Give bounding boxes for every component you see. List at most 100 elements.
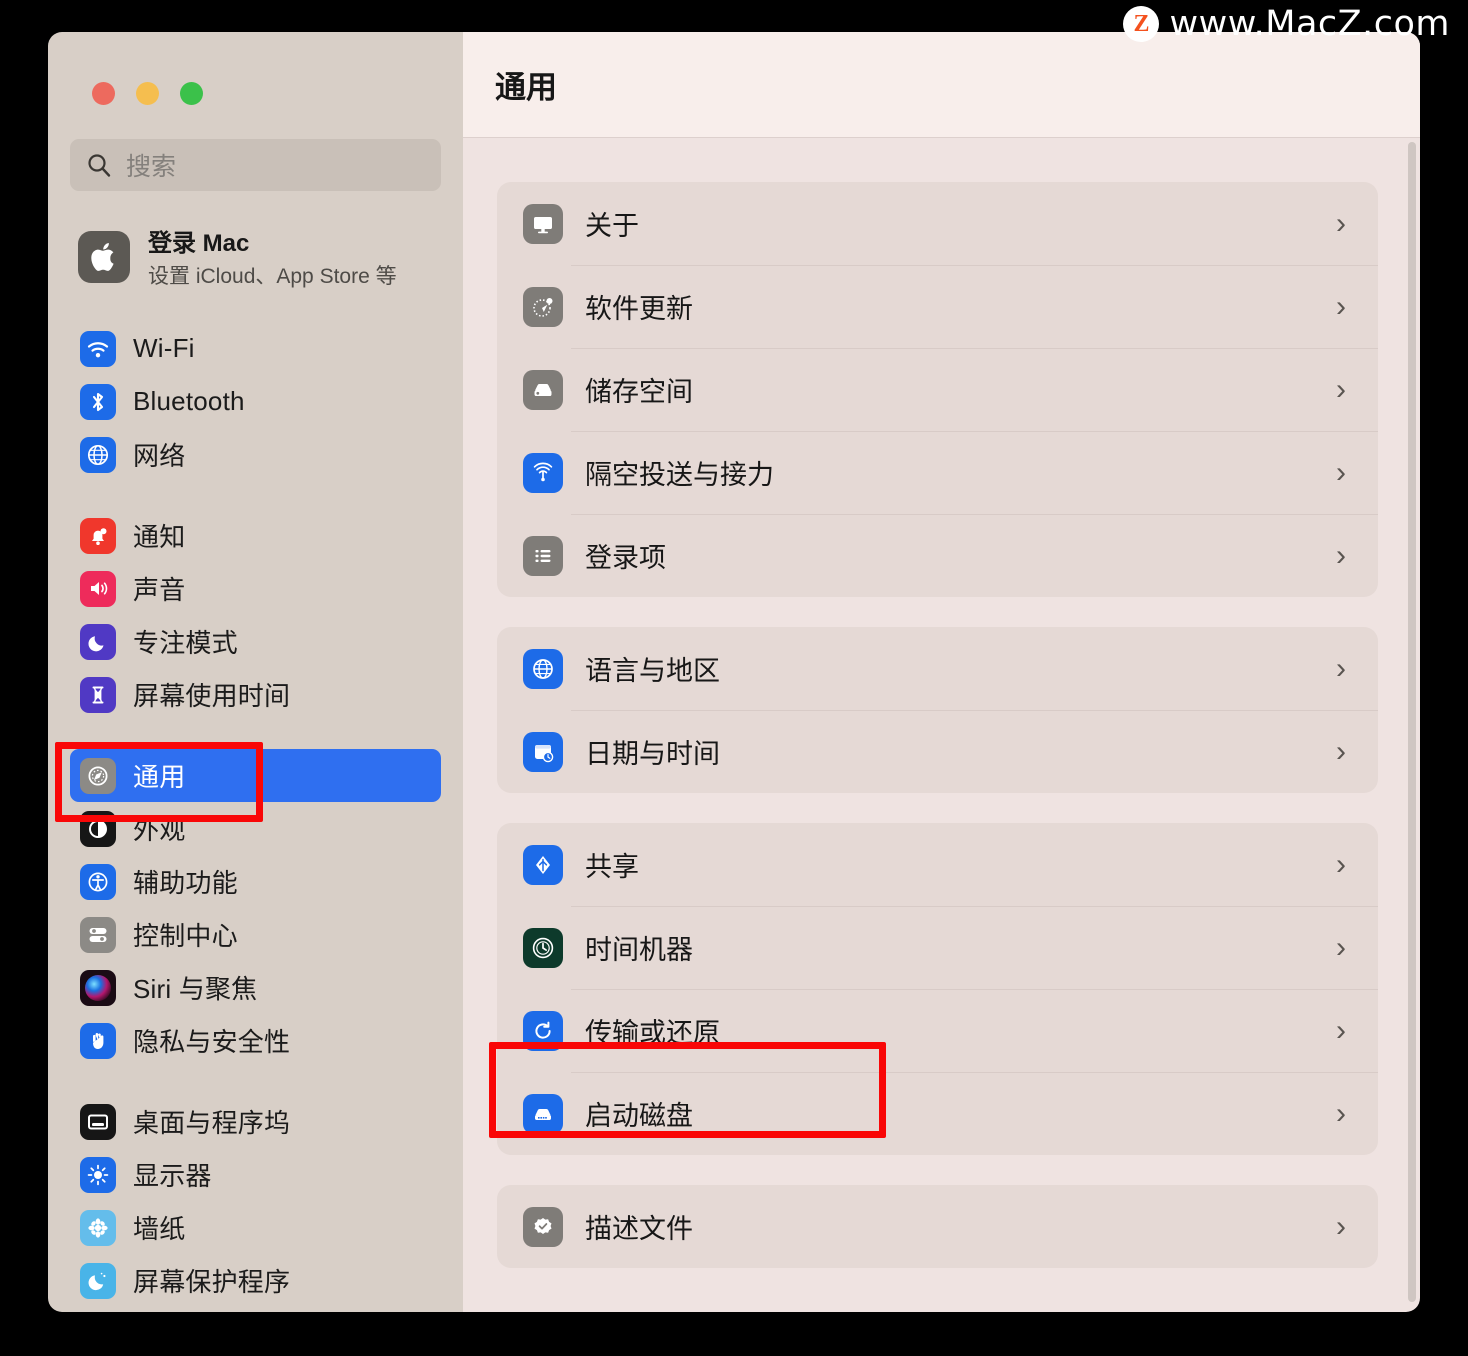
settings-row-date-time[interactable]: 日期与时间 › — [497, 710, 1378, 793]
chevron-right-icon: › — [1336, 289, 1346, 323]
sidebar-label: Wi-Fi — [133, 333, 195, 363]
sidebar-item-siri-spotlight[interactable]: Siri 与聚焦 — [70, 961, 441, 1014]
airdrop-icon — [523, 452, 563, 493]
sidebar-item-appearance[interactable]: 外观 — [70, 802, 441, 855]
sidebar-label: 声音 — [133, 575, 186, 605]
close-button[interactable] — [92, 82, 115, 105]
sidebar-group-desktop: 桌面与程序坞 显示器 墙纸 屏幕保护程序 — [48, 1095, 463, 1307]
sidebar-label: Siri 与聚焦 — [133, 974, 258, 1004]
chevron-right-icon: › — [1336, 930, 1346, 964]
watermark-text: www.MacZ.com — [1169, 4, 1450, 44]
settings-row-software-update[interactable]: 软件更新 › — [497, 265, 1378, 348]
settings-row-time-machine[interactable]: 时间机器 › — [497, 906, 1378, 989]
sidebar-item-notifications[interactable]: 通知 — [70, 509, 441, 562]
software-update-icon — [523, 286, 563, 327]
sound-speaker-icon — [80, 570, 116, 607]
chevron-right-icon: › — [1336, 651, 1346, 685]
sidebar-label: 墙纸 — [133, 1214, 186, 1244]
sidebar-item-wallpaper[interactable]: 墙纸 — [70, 1201, 441, 1254]
sidebar-label: 隐私与安全性 — [133, 1027, 291, 1057]
settings-row-label: 储存空间 — [585, 377, 693, 407]
settings-group-3: 共享 › 时间机器 › 传输或还原 › 启动磁盘 › — [497, 823, 1378, 1155]
desktop-dock-icon — [80, 1103, 116, 1140]
settings-row-label: 时间机器 — [585, 935, 693, 965]
date-time-icon — [523, 731, 563, 772]
login-items-list-icon — [523, 535, 563, 576]
sidebar-item-desktop-dock[interactable]: 桌面与程序坞 — [70, 1095, 441, 1148]
settings-row-airdrop-handoff[interactable]: 隔空投送与接力 › — [497, 431, 1378, 514]
sidebar-item-wifi[interactable]: Wi-Fi — [70, 322, 441, 375]
page-title: 通用 — [495, 70, 557, 105]
settings-row-label: 语言与地区 — [585, 656, 720, 686]
screensaver-moon-icon — [80, 1262, 116, 1299]
settings-row-label: 关于 — [585, 211, 639, 241]
chevron-right-icon: › — [1336, 1209, 1346, 1243]
sidebar-group-notifications: 通知 声音 专注模式 屏幕使用时间 — [48, 509, 463, 721]
sidebar-item-sound[interactable]: 声音 — [70, 562, 441, 615]
apple-account-item[interactable]: 登录 Mac 设置 iCloud、App Store 等 — [70, 217, 441, 296]
apple-account-text: 登录 Mac 设置 iCloud、App Store 等 — [148, 223, 397, 290]
sidebar-label: 通知 — [133, 522, 186, 552]
control-center-icon — [80, 916, 116, 953]
sidebar-label: 通用 — [133, 762, 186, 792]
sidebar-label: 外观 — [133, 815, 186, 845]
chevron-right-icon: › — [1336, 847, 1346, 881]
content-header: 通用 — [463, 32, 1420, 138]
settings-row-label: 登录项 — [585, 543, 666, 573]
settings-list: 关于 › 软件更新 › 储存空间 › 隔空投送与接力 › 登录项 › 语言与地区… — [463, 138, 1420, 1312]
sidebar-label: 专注模式 — [133, 628, 238, 658]
sidebar-item-focus[interactable]: 专注模式 — [70, 615, 441, 668]
settings-row-profiles[interactable]: 描述文件 › — [497, 1185, 1378, 1268]
settings-row-transfer-reset[interactable]: 传输或还原 › — [497, 989, 1378, 1072]
search-icon — [86, 152, 112, 178]
chevron-right-icon: › — [1336, 455, 1346, 489]
bluetooth-icon — [80, 383, 116, 420]
settings-row-startup-disk[interactable]: 启动磁盘 › — [497, 1072, 1378, 1155]
wallpaper-icon — [80, 1209, 116, 1246]
screenshot-root: Z www.MacZ.com 搜索 登录 Mac 设置 iCloud、App S… — [0, 0, 1468, 1356]
language-globe-icon — [523, 648, 563, 689]
settings-group-1: 关于 › 软件更新 › 储存空间 › 隔空投送与接力 › 登录项 › — [497, 182, 1378, 597]
time-machine-icon — [523, 927, 563, 968]
settings-row-sharing[interactable]: 共享 › — [497, 823, 1378, 906]
sidebar-item-network[interactable]: 网络 — [70, 428, 441, 481]
sidebar-label: 辅助功能 — [133, 868, 238, 898]
privacy-hand-icon — [80, 1022, 116, 1059]
about-monitor-icon — [523, 203, 563, 244]
accessibility-icon — [80, 863, 116, 900]
wifi-icon — [80, 330, 116, 367]
sidebar-item-displays[interactable]: 显示器 — [70, 1148, 441, 1201]
settings-row-storage[interactable]: 储存空间 › — [497, 348, 1378, 431]
sidebar-item-control-center[interactable]: 控制中心 — [70, 908, 441, 961]
sidebar-label: 网络 — [133, 441, 186, 471]
profiles-badge-icon — [523, 1206, 563, 1247]
settings-row-label: 传输或还原 — [585, 1018, 720, 1048]
sidebar-item-general[interactable]: 通用 — [70, 749, 441, 802]
sidebar-label: 屏幕保护程序 — [133, 1267, 291, 1297]
chevron-right-icon: › — [1336, 372, 1346, 406]
chevron-right-icon: › — [1336, 206, 1346, 240]
sidebar-label: Bluetooth — [133, 386, 245, 416]
network-globe-icon — [80, 436, 116, 473]
search-input[interactable]: 搜索 — [70, 139, 441, 191]
appearance-contrast-icon — [80, 810, 116, 847]
sidebar-item-privacy-security[interactable]: 隐私与安全性 — [70, 1014, 441, 1067]
sidebar-item-accessibility[interactable]: 辅助功能 — [70, 855, 441, 908]
sidebar-label: 控制中心 — [133, 921, 238, 951]
settings-row-label: 隔空投送与接力 — [585, 460, 774, 490]
settings-row-login-items[interactable]: 登录项 › — [497, 514, 1378, 597]
sidebar-item-screen-time[interactable]: 屏幕使用时间 — [70, 668, 441, 721]
vertical-scrollbar[interactable] — [1408, 142, 1416, 1302]
sidebar-group-system: 通用 外观 辅助功能 控制中心 Siri 与聚焦 隐私与安全性 — [48, 749, 463, 1067]
apple-account-subtitle: 设置 iCloud、App Store 等 — [148, 265, 397, 288]
sidebar-item-screensaver[interactable]: 屏幕保护程序 — [70, 1254, 441, 1307]
minimize-button[interactable] — [136, 82, 159, 105]
settings-row-language-region[interactable]: 语言与地区 › — [497, 627, 1378, 710]
startup-disk-icon — [523, 1093, 563, 1134]
zoom-button[interactable] — [180, 82, 203, 105]
settings-row-about[interactable]: 关于 › — [497, 182, 1378, 265]
sidebar-label: 显示器 — [133, 1161, 212, 1191]
sidebar-item-bluetooth[interactable]: Bluetooth — [70, 375, 441, 428]
transfer-reset-icon — [523, 1010, 563, 1051]
sidebar-label: 屏幕使用时间 — [133, 681, 291, 711]
